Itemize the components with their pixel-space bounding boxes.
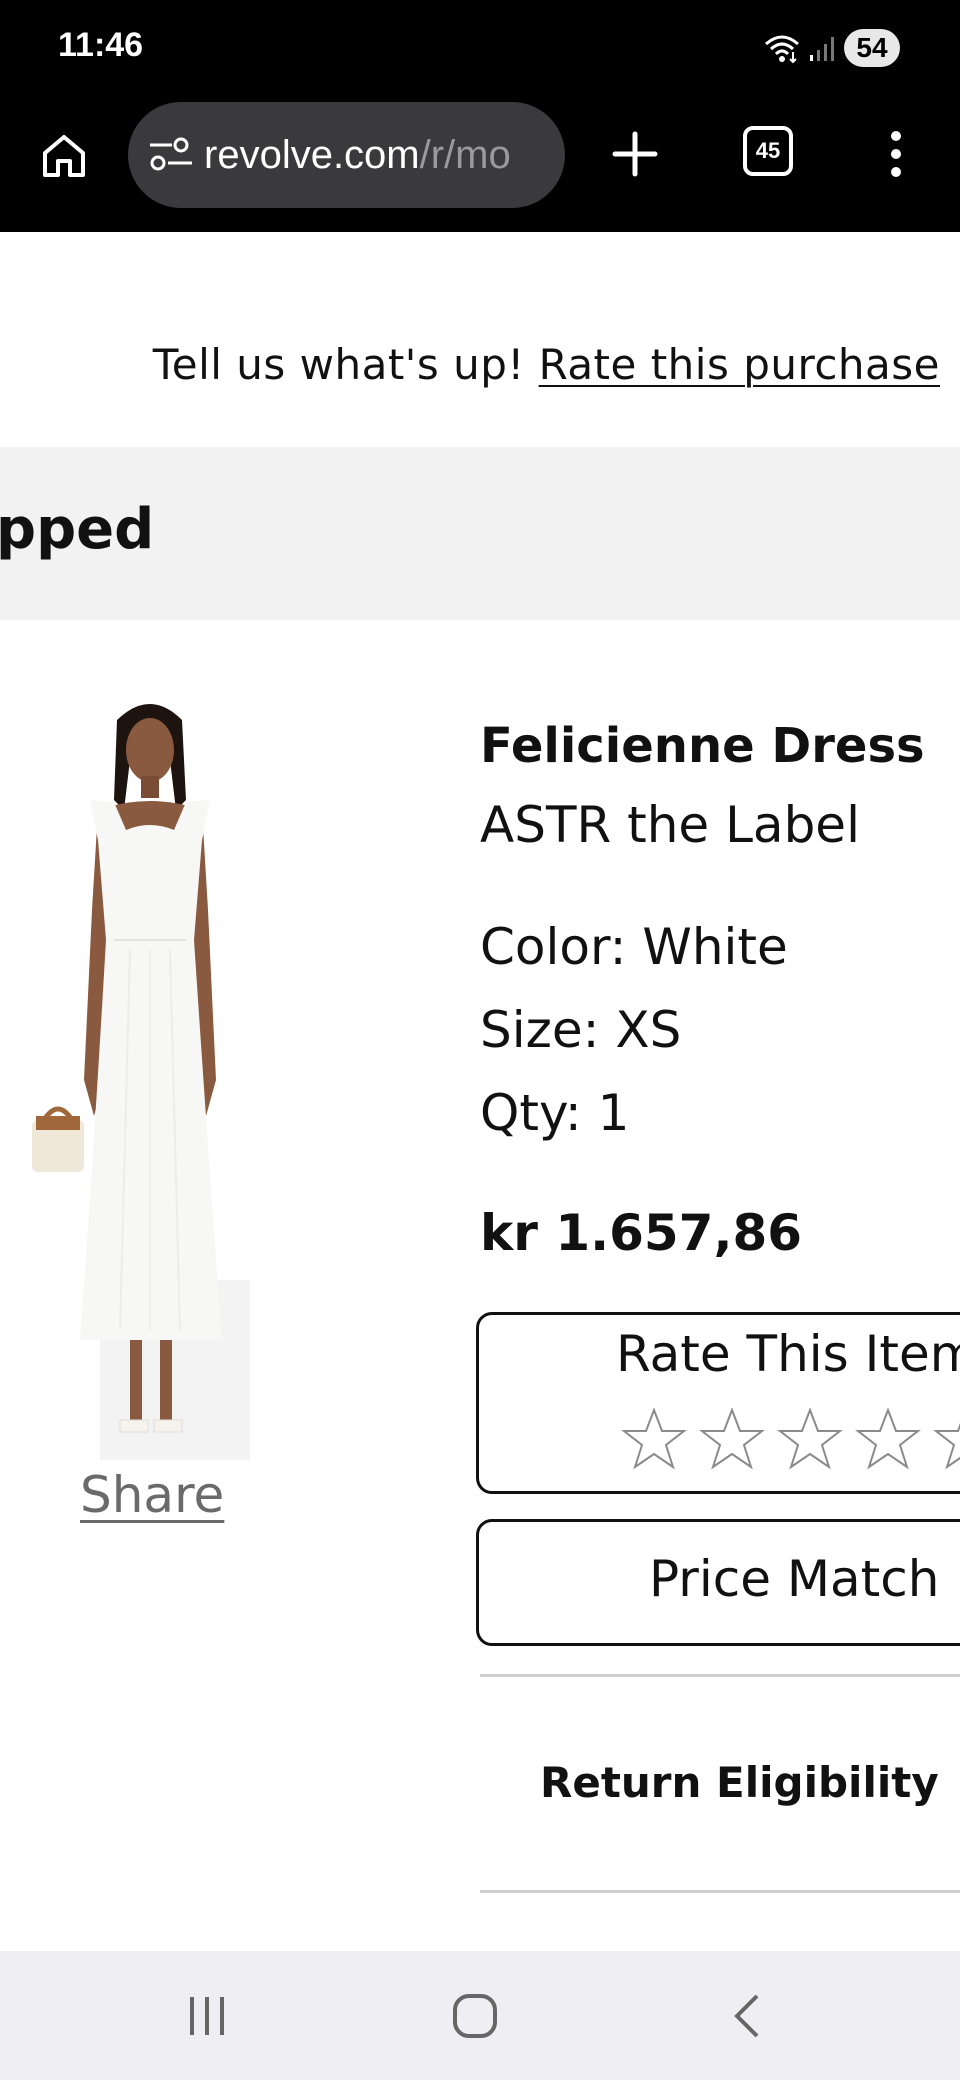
star-icon[interactable] (621, 1407, 687, 1471)
browser-toolbar: revolve.com/r/mo 45 (0, 100, 960, 232)
recent-apps-icon (190, 1997, 224, 2035)
product-price: kr 1.657,86 (480, 1204, 803, 1262)
rating-stars[interactable] (621, 1407, 960, 1471)
nav-home-button[interactable] (440, 1981, 510, 2051)
battery-icon: 54 (844, 29, 900, 67)
return-eligibility-toggle[interactable]: Return Eligibility (540, 1758, 939, 1807)
signal-icon (810, 37, 834, 61)
product-size: Size: XS (480, 1001, 682, 1059)
star-icon[interactable] (699, 1407, 765, 1471)
back-button[interactable] (712, 1981, 782, 2051)
back-chevron-icon (734, 1994, 759, 2038)
price-match-label: Price Match (649, 1550, 940, 1608)
order-status-section: pped (0, 447, 960, 620)
rate-item-box: Rate This Item (476, 1312, 960, 1494)
site-settings-icon[interactable] (148, 135, 194, 175)
star-icon[interactable] (933, 1407, 960, 1471)
wifi-icon (765, 35, 799, 64)
more-menu-button[interactable] (876, 124, 916, 184)
home-circle-icon (453, 1994, 497, 2038)
product-color: Color: White (480, 918, 788, 976)
status-icons: 54 (762, 28, 900, 68)
rate-purchase-link[interactable]: Rate this purchase (539, 340, 940, 389)
recent-apps-button[interactable] (172, 1981, 242, 2051)
product-brand[interactable]: ASTR the Label (480, 796, 860, 854)
divider (480, 1674, 960, 1677)
rate-purchase-banner: Tell us what's up! Rate this purchase (0, 232, 960, 447)
star-icon[interactable] (855, 1407, 921, 1471)
system-nav-bar (0, 1951, 960, 2080)
product-quantity: Qty: 1 (480, 1084, 630, 1142)
divider (480, 1890, 960, 1893)
url-host: revolve.com (204, 132, 420, 177)
address-bar[interactable]: revolve.com/r/mo (128, 102, 565, 208)
new-tab-button[interactable] (605, 124, 665, 184)
status-time: 11:46 (58, 26, 144, 64)
status-bar: 11:46 54 (0, 0, 960, 100)
order-status-heading: pped (0, 497, 155, 562)
home-icon (43, 135, 85, 177)
product-image[interactable] (30, 680, 270, 1460)
price-match-button[interactable]: Price Match (476, 1519, 960, 1646)
home-button[interactable] (34, 126, 94, 186)
tab-switcher-button[interactable]: 45 (743, 126, 793, 176)
more-vert-icon (891, 131, 901, 177)
rate-purchase-prompt: Tell us what's up! (152, 340, 539, 389)
plus-icon (612, 131, 658, 177)
share-link[interactable]: Share (80, 1466, 224, 1524)
product-name[interactable]: Felicienne Dress (480, 718, 925, 774)
url-text: revolve.com/r/mo (204, 133, 511, 178)
rate-purchase-line: Tell us what's up! Rate this purchase (153, 340, 940, 389)
rate-item-title: Rate This Item (616, 1325, 960, 1383)
url-path: /r/mo (419, 132, 511, 177)
star-icon[interactable] (777, 1407, 843, 1471)
